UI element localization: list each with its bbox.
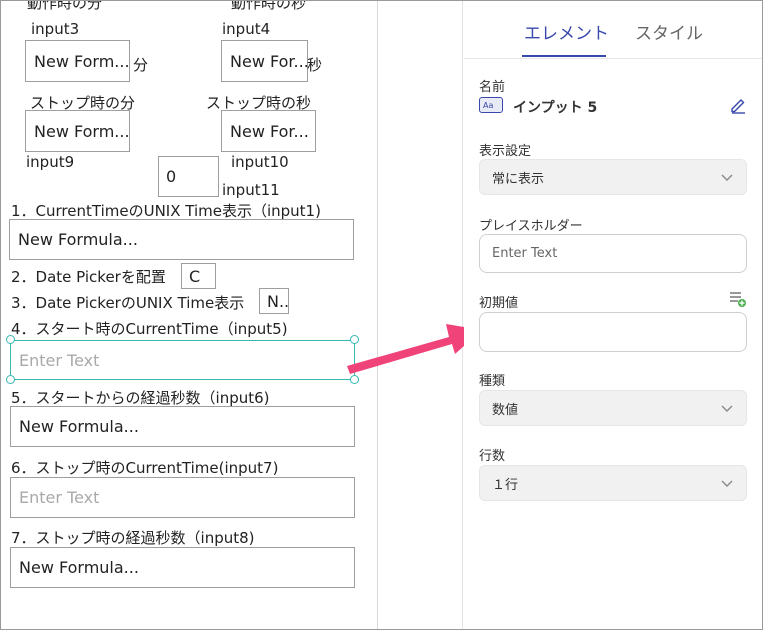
add-formula-icon-glyph [730,292,746,307]
rows-label: 行数 [479,449,506,464]
type-value: 数値 [492,402,519,418]
display-setting-value: 常に表示 [492,171,545,187]
chevron-down-icon [721,405,733,412]
chevron-down-icon [721,174,733,181]
tab-style[interactable]: スタイル [635,19,703,44]
chevron-down-icon [721,480,733,487]
edit-pencil-icon[interactable] [729,96,747,114]
add-formula-icon[interactable] [729,290,747,308]
svg-text:Aa: Aa [483,101,493,110]
type-label: 種類 [479,374,506,389]
input-element-icon: Aa [479,97,503,113]
properties-panel: エレメント スタイル 名前 Aa インプット 5 表示設定 常に表示 プレイスホ… [464,1,762,629]
arrow-shape [347,324,482,374]
pencil-icon-glyph [731,99,745,114]
initial-value-label: 初期値 [479,296,519,311]
element-name: インプット 5 [513,100,598,116]
tab-element[interactable]: エレメント [524,19,609,44]
input-element-icon-glyph: Aa [483,101,493,110]
display-setting-select[interactable]: 常に表示 [479,159,747,195]
placeholder-label: プレイスホルダー [479,219,583,234]
rows-select[interactable]: １行 [479,465,747,501]
type-select[interactable]: 数値 [479,390,747,426]
tab-active-indicator [522,55,606,57]
placeholder-input[interactable]: Enter Text [479,234,747,273]
name-label: 名前 [479,80,506,95]
rows-value: １行 [492,477,519,493]
tab-divider [464,58,762,59]
initial-value-input[interactable] [479,312,747,352]
display-setting-label: 表示設定 [479,144,532,159]
